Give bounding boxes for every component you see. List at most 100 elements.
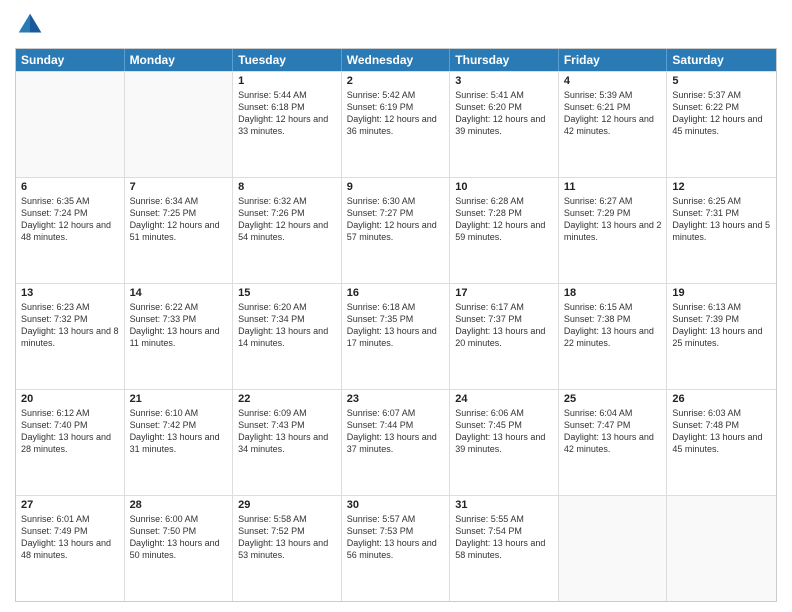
calendar-cell: 19Sunrise: 6:13 AM Sunset: 7:39 PM Dayli…	[667, 284, 776, 389]
day-number: 3	[455, 75, 553, 87]
cell-sun-info: Sunrise: 5:41 AM Sunset: 6:20 PM Dayligh…	[455, 89, 553, 138]
cell-sun-info: Sunrise: 6:10 AM Sunset: 7:42 PM Dayligh…	[130, 407, 228, 456]
cell-sun-info: Sunrise: 6:17 AM Sunset: 7:37 PM Dayligh…	[455, 301, 553, 350]
calendar-row-1: 1 Sunrise: 5:44 AM Sunset: 6:18 PM Daylig…	[16, 71, 776, 177]
cell-sun-info: Sunrise: 6:25 AM Sunset: 7:31 PM Dayligh…	[672, 195, 771, 244]
header-day-thursday: Thursday	[450, 49, 559, 71]
day-number: 4	[564, 75, 662, 87]
day-number: 14	[130, 287, 228, 299]
cell-sun-info: Sunrise: 6:00 AM Sunset: 7:50 PM Dayligh…	[130, 513, 228, 562]
day-number: 12	[672, 181, 771, 193]
day-number: 10	[455, 181, 553, 193]
cell-sun-info: Sunrise: 6:34 AM Sunset: 7:25 PM Dayligh…	[130, 195, 228, 244]
cell-sun-info: Sunrise: 6:30 AM Sunset: 7:27 PM Dayligh…	[347, 195, 445, 244]
cell-sun-info: Sunrise: 6:09 AM Sunset: 7:43 PM Dayligh…	[238, 407, 336, 456]
day-number: 13	[21, 287, 119, 299]
cell-sun-info: Sunrise: 6:35 AM Sunset: 7:24 PM Dayligh…	[21, 195, 119, 244]
cell-sun-info: Sunrise: 5:55 AM Sunset: 7:54 PM Dayligh…	[455, 513, 553, 562]
calendar-cell	[667, 496, 776, 601]
cell-sun-info: Sunrise: 6:27 AM Sunset: 7:29 PM Dayligh…	[564, 195, 662, 244]
header-day-wednesday: Wednesday	[342, 49, 451, 71]
day-number: 24	[455, 393, 553, 405]
cell-sun-info: Sunrise: 6:12 AM Sunset: 7:40 PM Dayligh…	[21, 407, 119, 456]
calendar-cell: 5 Sunrise: 5:37 AM Sunset: 6:22 PM Daylig…	[667, 72, 776, 177]
cell-sun-info: Sunrise: 6:23 AM Sunset: 7:32 PM Dayligh…	[21, 301, 119, 350]
calendar-row-4: 20 Sunrise: 6:12 AM Sunset: 7:40 PM Dayli…	[16, 389, 776, 495]
calendar-cell: 22Sunrise: 6:09 AM Sunset: 7:43 PM Dayli…	[233, 390, 342, 495]
calendar-cell: 21 Sunrise: 6:10 AM Sunset: 7:42 PM Dayli…	[125, 390, 234, 495]
logo-icon	[15, 10, 45, 40]
calendar-cell: 24 Sunrise: 6:06 AM Sunset: 7:45 PM Dayli…	[450, 390, 559, 495]
cell-sun-info: Sunrise: 6:03 AM Sunset: 7:48 PM Dayligh…	[672, 407, 771, 456]
day-number: 29	[238, 499, 336, 511]
day-number: 20	[21, 393, 119, 405]
calendar-cell: 29 Sunrise: 5:58 AM Sunset: 7:52 PM Dayli…	[233, 496, 342, 601]
calendar-cell: 4 Sunrise: 5:39 AM Sunset: 6:21 PM Daylig…	[559, 72, 668, 177]
calendar: SundayMondayTuesdayWednesdayThursdayFrid…	[15, 48, 777, 602]
day-number: 2	[347, 75, 445, 87]
day-number: 18	[564, 287, 662, 299]
calendar-cell	[125, 72, 234, 177]
day-number: 6	[21, 181, 119, 193]
calendar-cell	[16, 72, 125, 177]
calendar-cell: 15 Sunrise: 6:20 AM Sunset: 7:34 PM Dayli…	[233, 284, 342, 389]
day-number: 8	[238, 181, 336, 193]
cell-sun-info: Sunrise: 6:06 AM Sunset: 7:45 PM Dayligh…	[455, 407, 553, 456]
day-number: 21	[130, 393, 228, 405]
cell-sun-info: Sunrise: 6:28 AM Sunset: 7:28 PM Dayligh…	[455, 195, 553, 244]
calendar-cell: 17Sunrise: 6:17 AM Sunset: 7:37 PM Dayli…	[450, 284, 559, 389]
day-number: 1	[238, 75, 336, 87]
calendar-cell: 20 Sunrise: 6:12 AM Sunset: 7:40 PM Dayli…	[16, 390, 125, 495]
cell-sun-info: Sunrise: 6:18 AM Sunset: 7:35 PM Dayligh…	[347, 301, 445, 350]
cell-sun-info: Sunrise: 6:20 AM Sunset: 7:34 PM Dayligh…	[238, 301, 336, 350]
calendar-cell: 25Sunrise: 6:04 AM Sunset: 7:47 PM Dayli…	[559, 390, 668, 495]
calendar-header: SundayMondayTuesdayWednesdayThursdayFrid…	[16, 49, 776, 71]
calendar-cell: 23Sunrise: 6:07 AM Sunset: 7:44 PM Dayli…	[342, 390, 451, 495]
cell-sun-info: Sunrise: 5:39 AM Sunset: 6:21 PM Dayligh…	[564, 89, 662, 138]
calendar-cell: 26 Sunrise: 6:03 AM Sunset: 7:48 PM Dayli…	[667, 390, 776, 495]
calendar-cell: 31Sunrise: 5:55 AM Sunset: 7:54 PM Dayli…	[450, 496, 559, 601]
cell-sun-info: Sunrise: 5:58 AM Sunset: 7:52 PM Dayligh…	[238, 513, 336, 562]
calendar-cell: 8 Sunrise: 6:32 AM Sunset: 7:26 PM Daylig…	[233, 178, 342, 283]
day-number: 16	[347, 287, 445, 299]
calendar-row-2: 6 Sunrise: 6:35 AM Sunset: 7:24 PM Daylig…	[16, 177, 776, 283]
calendar-cell	[559, 496, 668, 601]
day-number: 30	[347, 499, 445, 511]
day-number: 11	[564, 181, 662, 193]
cell-sun-info: Sunrise: 6:01 AM Sunset: 7:49 PM Dayligh…	[21, 513, 119, 562]
calendar-cell: 6 Sunrise: 6:35 AM Sunset: 7:24 PM Daylig…	[16, 178, 125, 283]
header-day-sunday: Sunday	[16, 49, 125, 71]
day-number: 7	[130, 181, 228, 193]
cell-sun-info: Sunrise: 5:37 AM Sunset: 6:22 PM Dayligh…	[672, 89, 771, 138]
calendar-row-5: 27 Sunrise: 6:01 AM Sunset: 7:49 PM Dayli…	[16, 495, 776, 601]
day-number: 26	[672, 393, 771, 405]
day-number: 15	[238, 287, 336, 299]
cell-sun-info: Sunrise: 6:13 AM Sunset: 7:39 PM Dayligh…	[672, 301, 771, 350]
cell-sun-info: Sunrise: 6:04 AM Sunset: 7:47 PM Dayligh…	[564, 407, 662, 456]
cell-sun-info: Sunrise: 6:07 AM Sunset: 7:44 PM Dayligh…	[347, 407, 445, 456]
calendar-cell: 30 Sunrise: 5:57 AM Sunset: 7:53 PM Dayli…	[342, 496, 451, 601]
calendar-cell: 10 Sunrise: 6:28 AM Sunset: 7:28 PM Dayli…	[450, 178, 559, 283]
calendar-cell: 13 Sunrise: 6:23 AM Sunset: 7:32 PM Dayli…	[16, 284, 125, 389]
cell-sun-info: Sunrise: 5:42 AM Sunset: 6:19 PM Dayligh…	[347, 89, 445, 138]
calendar-cell: 14 Sunrise: 6:22 AM Sunset: 7:33 PM Dayli…	[125, 284, 234, 389]
cell-sun-info: Sunrise: 5:44 AM Sunset: 6:18 PM Dayligh…	[238, 89, 336, 138]
calendar-cell: 3 Sunrise: 5:41 AM Sunset: 6:20 PM Daylig…	[450, 72, 559, 177]
calendar-cell: 2 Sunrise: 5:42 AM Sunset: 6:19 PM Daylig…	[342, 72, 451, 177]
day-number: 27	[21, 499, 119, 511]
header	[15, 10, 777, 40]
calendar-cell: 28Sunrise: 6:00 AM Sunset: 7:50 PM Dayli…	[125, 496, 234, 601]
day-number: 5	[672, 75, 771, 87]
calendar-cell: 7 Sunrise: 6:34 AM Sunset: 7:25 PM Daylig…	[125, 178, 234, 283]
cell-sun-info: Sunrise: 6:32 AM Sunset: 7:26 PM Dayligh…	[238, 195, 336, 244]
header-day-friday: Friday	[559, 49, 668, 71]
cell-sun-info: Sunrise: 6:15 AM Sunset: 7:38 PM Dayligh…	[564, 301, 662, 350]
calendar-cell: 27 Sunrise: 6:01 AM Sunset: 7:49 PM Dayli…	[16, 496, 125, 601]
calendar-body: 1 Sunrise: 5:44 AM Sunset: 6:18 PM Daylig…	[16, 71, 776, 601]
calendar-row-3: 13 Sunrise: 6:23 AM Sunset: 7:32 PM Dayli…	[16, 283, 776, 389]
calendar-cell: 16 Sunrise: 6:18 AM Sunset: 7:35 PM Dayli…	[342, 284, 451, 389]
cell-sun-info: Sunrise: 5:57 AM Sunset: 7:53 PM Dayligh…	[347, 513, 445, 562]
cell-sun-info: Sunrise: 6:22 AM Sunset: 7:33 PM Dayligh…	[130, 301, 228, 350]
day-number: 9	[347, 181, 445, 193]
calendar-cell: 12 Sunrise: 6:25 AM Sunset: 7:31 PM Dayli…	[667, 178, 776, 283]
